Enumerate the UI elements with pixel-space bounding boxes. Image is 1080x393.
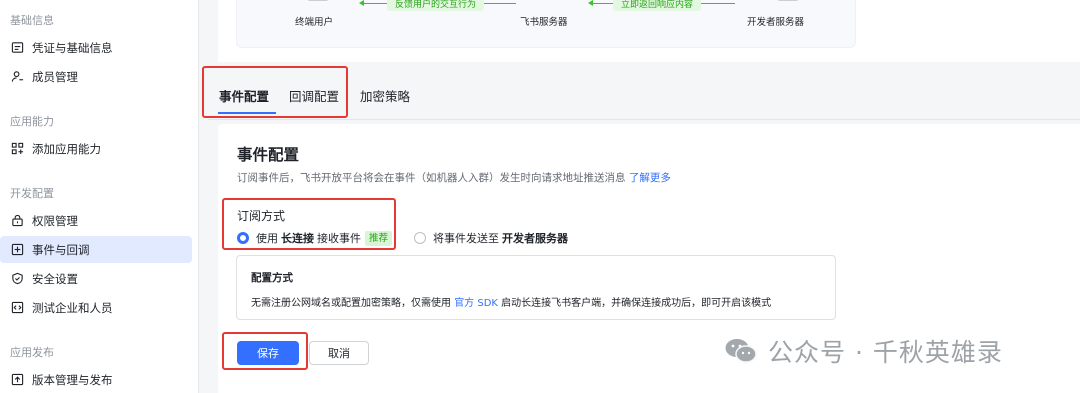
flow-node-dev-server: 开发者服务器 [747,17,805,28]
description-text: 订阅事件后，飞书开放平台将会在事件（如机器人入群）发生时向请求地址推送消息 [237,172,626,184]
user-add-icon [10,70,24,84]
radio-long-connection[interactable] [237,232,249,244]
event-icon [10,243,24,257]
learn-more-link[interactable]: 了解更多 [629,172,671,184]
upload-icon [10,373,24,387]
sidebar-item-label: 版本管理与发布 [32,372,113,387]
terminal-user-icon [307,0,329,1]
lock-icon [10,214,24,228]
official-sdk-link[interactable]: 官方 SDK [454,298,498,309]
dev-server-icon [777,0,799,1]
flow-node-feishu: 飞书服务器 [520,17,568,28]
watermark-text: 公众号 · 千秋英雄录 [768,338,1003,367]
cancel-button[interactable]: 取消 [309,341,369,365]
wechat-icon [725,339,757,363]
panel-description: 订阅事件后，飞书开放平台将会在事件（如机器人入群）发生时向请求地址推送消息 了解… [237,170,671,185]
tab-active-indicator [218,112,276,114]
sidebar-item-add-capability[interactable]: 添加应用能力 [0,135,192,162]
sidebar-item-label: 添加应用能力 [32,141,101,156]
sidebar-item-test-tenant[interactable]: 测试企业和人员 [0,294,192,321]
radio-dev-server[interactable] [414,232,427,244]
shield-icon [10,272,24,286]
flow-diagram: 终端用户 反馈用户的交互行为 飞书服务器 立即返回响应内容 开发者服务器 [236,0,856,48]
grid-add-icon [10,142,24,156]
sidebar-item-label: 凭证与基础信息 [32,40,113,55]
sidebar-item-label: 成员管理 [32,69,78,84]
flow-label-feedback: 反馈用户的交互行为 [387,0,485,11]
watermark: 公众号 · 千秋英雄录 [724,333,1003,369]
subscribe-method-label: 订阅方式 [237,209,286,223]
tabs-bar: 事件配置 回调配置 加密策略 [208,62,1080,120]
sidebar: 基础信息 凭证与基础信息 成员管理 应用能力 添加应用能力 开发配置 权限管理 … [0,0,199,393]
config-text-before: 无需注册公网域名或配置加密策略，仅需使用 [251,298,451,309]
option1-prefix: 使用 [256,232,278,245]
sidebar-item-permissions[interactable]: 权限管理 [0,207,192,234]
flow-label-response: 立即返回响应内容 [613,0,702,11]
page-title: 事件配置 [237,146,300,164]
sidebar-item-events[interactable]: 事件与回调 [0,236,192,263]
tabs-divider [208,119,1080,120]
sidebar-item-credentials[interactable]: 凭证与基础信息 [0,34,192,61]
recommended-badge: 推荐 [365,230,393,246]
sidebar-item-label: 安全设置 [32,271,78,286]
sidebar-item-security[interactable]: 安全设置 [0,265,192,292]
sidebar-section-dev: 开发配置 [10,187,54,200]
sidebar-item-members[interactable]: 成员管理 [0,63,192,90]
option1-suffix: 接收事件 [317,232,361,245]
config-method-title: 配置方式 [251,272,293,284]
sidebar-item-versions[interactable]: 版本管理与发布 [0,366,192,393]
option2-prefix: 将事件发送至 [433,232,500,245]
subscribe-method-options: 使用 长连接 接收事件 推荐 将事件发送至 开发者服务器 [237,230,571,246]
sidebar-section-basic: 基础信息 [10,14,54,27]
tab-callback-config[interactable]: 回调配置 [289,86,339,105]
option2-strong: 开发者服务器 [502,232,569,245]
config-text-after: 启动长连接飞书客户端，并确保连接成功后，即可开启该模式 [501,298,772,309]
code-icon [10,301,24,315]
sidebar-section-capability: 应用能力 [10,115,54,128]
option1-strong: 长连接 [281,232,314,245]
sidebar-item-label: 事件与回调 [32,242,90,257]
credential-icon [10,41,24,55]
tab-event-config[interactable]: 事件配置 [219,86,269,105]
flow-diagram-card: 终端用户 反馈用户的交互行为 飞书服务器 立即返回响应内容 开发者服务器 [218,0,1080,62]
tab-encryption[interactable]: 加密策略 [360,86,410,105]
save-button[interactable]: 保存 [237,341,299,365]
sidebar-item-label: 权限管理 [32,213,78,228]
config-method-text: 无需注册公网域名或配置加密策略，仅需使用 官方 SDK 启动长连接飞书客户端，并… [251,294,771,309]
sidebar-section-release: 应用发布 [10,346,54,359]
flow-node-user: 终端用户 [295,17,334,28]
config-method-box: 配置方式 无需注册公网域名或配置加密策略，仅需使用 官方 SDK 启动长连接飞书… [236,255,836,320]
sidebar-item-label: 测试企业和人员 [32,300,113,315]
